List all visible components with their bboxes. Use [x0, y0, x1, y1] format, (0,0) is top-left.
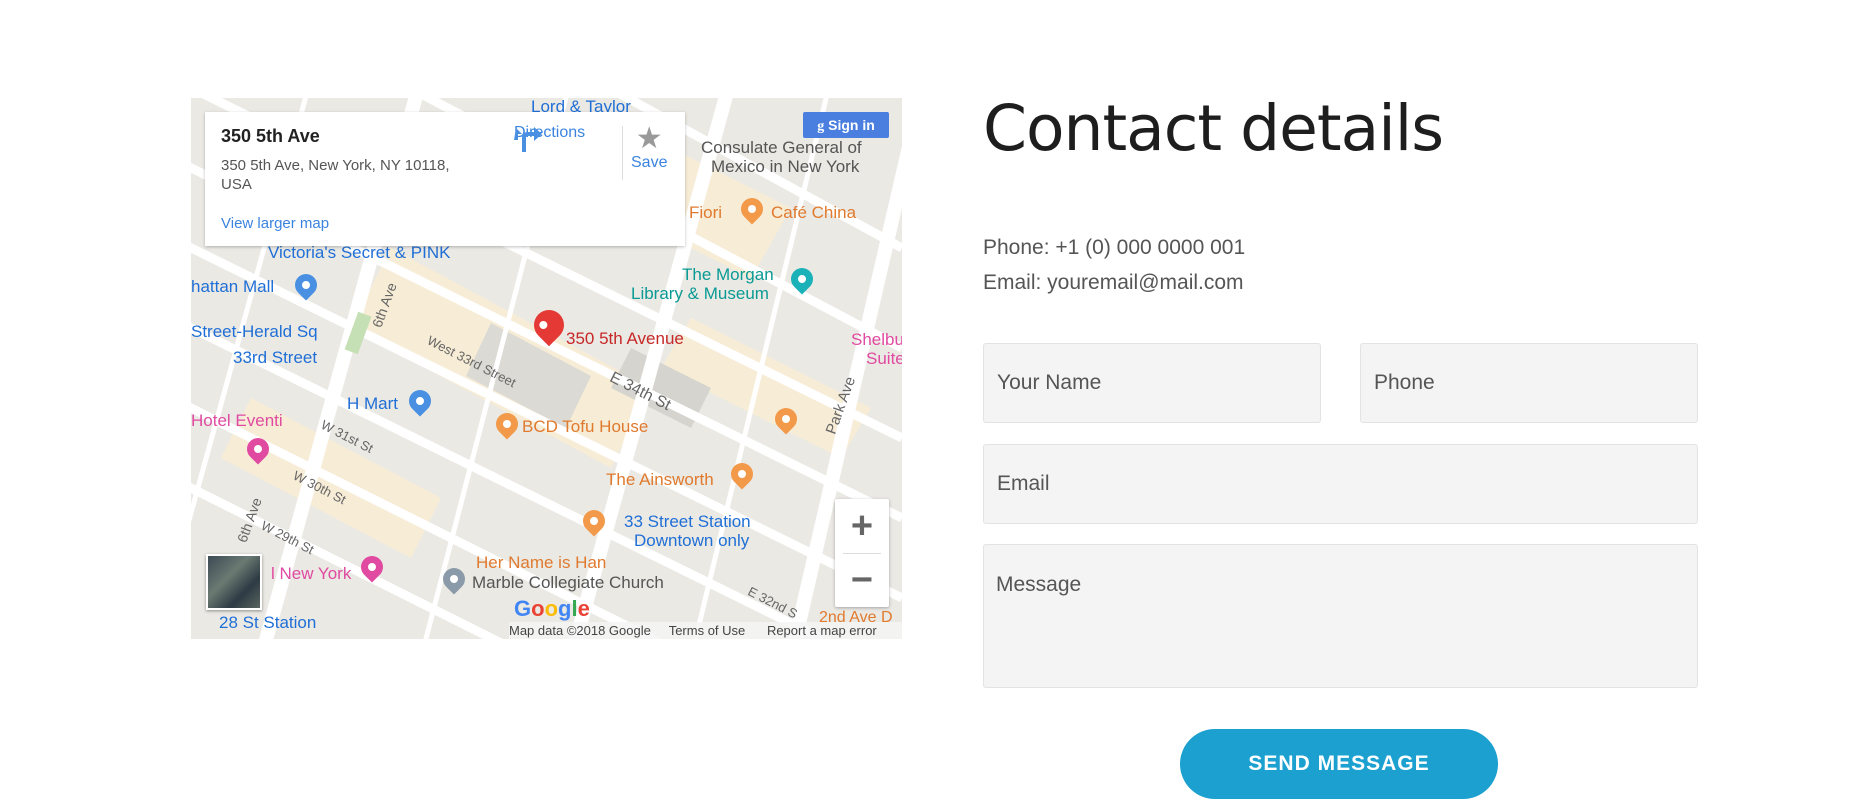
place-label: Victoria's Secret & PINK [268, 243, 451, 262]
map-embed[interactable]: Lord & Taylor Consulate General of Mexic… [191, 98, 902, 639]
directions-icon [514, 127, 542, 152]
place-label: The Ainsworth [606, 470, 714, 489]
save-place-button[interactable]: ★ Save [631, 124, 667, 172]
message-textarea[interactable] [983, 544, 1698, 688]
place-label: 28 St Station [219, 613, 317, 632]
place-label: Library & Museum [631, 284, 769, 303]
page-title: Contact details [983, 92, 1444, 165]
place-label: Her Name is Han [476, 553, 607, 572]
sign-in-button[interactable]: g Sign in [803, 112, 889, 138]
zoom-out-button[interactable]: − [835, 553, 889, 607]
divider [622, 126, 623, 180]
terms-link[interactable]: Terms of Use [669, 623, 746, 638]
place-label: H Mart [347, 394, 398, 413]
google-g-icon: g [817, 119, 825, 134]
place-label: The Morgan [682, 265, 774, 284]
place-label: Street-Herald Sq [191, 322, 318, 341]
satellite-toggle[interactable] [206, 554, 262, 610]
place-label: 33 Street Station [624, 512, 751, 531]
directions-button[interactable]: Directions [514, 124, 585, 152]
map-data-text: Map data ©2018 Google [509, 623, 651, 638]
place-address: 350 5th Ave, New York, NY 10118, USA [221, 157, 450, 193]
place-label: BCD Tofu House [522, 417, 649, 436]
place-title: 350 5th Ave [221, 126, 320, 146]
place-label: Fiori [689, 203, 723, 222]
contact-phone: Phone: +1 (0) 000 0000 001 [983, 236, 1246, 259]
star-icon: ★ [635, 122, 663, 155]
phone-input[interactable] [1360, 343, 1698, 423]
place-label: l New York [271, 564, 352, 583]
zoom-in-button[interactable]: + [835, 499, 889, 553]
place-label: 33rd Street [233, 348, 318, 367]
place-label: Hotel Eventi [191, 411, 283, 430]
view-larger-map-link[interactable]: View larger map [221, 215, 329, 232]
place-label: Suite [866, 349, 902, 368]
send-message-button[interactable]: SEND MESSAGE [1180, 729, 1498, 799]
contact-email: Email: youremail@mail.com [983, 271, 1244, 294]
zoom-controls: + − [835, 499, 889, 607]
place-label: hattan Mall [191, 277, 275, 296]
marker-label: 350 5th Avenue [566, 329, 684, 348]
place-info-card: 350 5th Ave 350 5th Ave, New York, NY 10… [205, 112, 685, 246]
save-label: Save [631, 154, 668, 171]
place-label: Marble Collegiate Church [472, 573, 664, 592]
name-input[interactable] [983, 343, 1321, 423]
sign-in-label: Sign in [828, 117, 875, 133]
place-label: Downtown only [634, 531, 750, 550]
report-error-link[interactable]: Report a map error [767, 623, 877, 638]
email-input[interactable] [983, 444, 1698, 524]
google-logo: Google [514, 596, 590, 621]
place-label: Shelbu [851, 330, 902, 349]
place-label: Mexico in New York [711, 157, 860, 176]
place-label: Café China [771, 203, 857, 222]
place-label: Consulate General of [701, 138, 862, 157]
map-attribution: Map data ©2018 Google Terms of Use Repor… [509, 622, 902, 639]
